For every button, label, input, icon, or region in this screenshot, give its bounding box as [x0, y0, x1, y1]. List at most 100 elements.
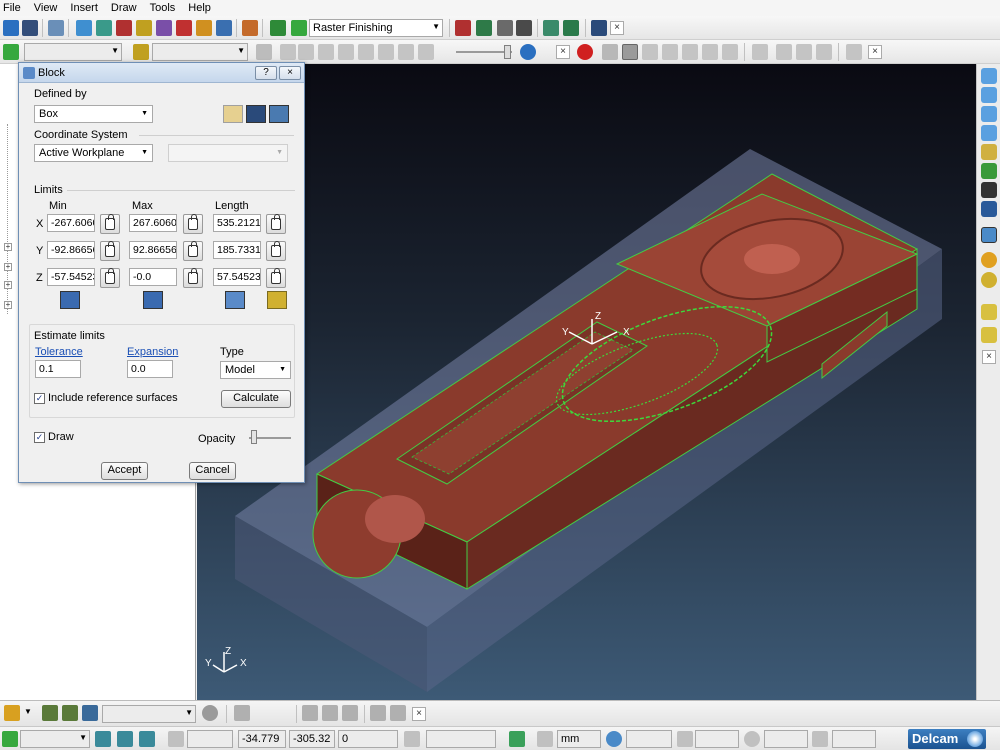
view-4-icon[interactable]: [702, 44, 718, 60]
go-to-end-icon[interactable]: [418, 44, 434, 60]
wireframe-icon[interactable]: [981, 272, 997, 288]
boundary-icon[interactable]: [216, 20, 232, 36]
edit-3-icon[interactable]: [342, 705, 358, 721]
z-max-input[interactable]: -0.0: [129, 268, 177, 286]
simulation-icon[interactable]: [563, 20, 579, 36]
view-3-icon[interactable]: [682, 44, 698, 60]
fast-forward-icon[interactable]: [378, 44, 394, 60]
view-5-icon[interactable]: [722, 44, 738, 60]
tree-expand-icon[interactable]: +: [4, 263, 12, 271]
machine-icon[interactable]: [543, 20, 559, 36]
delete-block-icon[interactable]: [269, 105, 289, 123]
tolerance-input[interactable]: 0.1: [35, 360, 81, 378]
expansion-input[interactable]: 0.0: [127, 360, 173, 378]
start-point-icon[interactable]: [176, 20, 192, 36]
cancel-button[interactable]: Cancel: [189, 462, 236, 480]
pause-icon[interactable]: [298, 44, 314, 60]
z-min-lock-icon[interactable]: [100, 268, 120, 288]
z-max-lock-icon[interactable]: [183, 268, 203, 288]
view-iso-icon[interactable]: [981, 68, 997, 84]
workplane-icon-2[interactable]: [117, 731, 133, 747]
no-image-icon[interactable]: [622, 44, 638, 60]
end-point-icon[interactable]: [196, 20, 212, 36]
expansion-link[interactable]: Expansion: [127, 346, 178, 358]
snap-icon[interactable]: [404, 731, 420, 747]
y-min-input[interactable]: -92.866562: [47, 241, 95, 259]
workplane-icon-1[interactable]: [95, 731, 111, 747]
menu-insert[interactable]: Insert: [70, 2, 98, 14]
collision-check-icon[interactable]: [476, 20, 492, 36]
model-icon-2[interactable]: [62, 705, 78, 721]
close-toolbar-icon[interactable]: ×: [556, 45, 570, 59]
calculate-button[interactable]: Calculate: [221, 390, 291, 408]
model-icon-3[interactable]: [82, 705, 98, 721]
y-length-lock-icon[interactable]: [266, 241, 286, 261]
coordinate-system-select[interactable]: Active Workplane ▼: [34, 144, 153, 162]
block-preview-icon[interactable]: [225, 291, 245, 309]
material-icon[interactable]: [981, 252, 997, 268]
speed-slider-thumb[interactable]: [504, 45, 511, 59]
rapid-move-icon[interactable]: [116, 20, 132, 36]
level-icon[interactable]: [4, 705, 20, 721]
view-front-icon[interactable]: [981, 87, 997, 103]
close-toolbar-icon[interactable]: ×: [982, 350, 996, 364]
zoom-box-icon[interactable]: [981, 201, 997, 217]
z-min-input[interactable]: -57.545233: [47, 268, 95, 286]
zoom-icon[interactable]: [981, 144, 997, 160]
delete-icon[interactable]: [390, 705, 406, 721]
step-forward-icon[interactable]: [398, 44, 414, 60]
ruler-icon[interactable]: [516, 20, 532, 36]
opacity-slider-thumb[interactable]: [251, 430, 257, 444]
select-icon[interactable]: [981, 304, 997, 320]
tree-expand-icon[interactable]: +: [4, 281, 12, 289]
workspace-icon[interactable]: [591, 20, 607, 36]
max-from-model-icon[interactable]: [143, 291, 163, 309]
machine-view-icon[interactable]: [796, 44, 812, 60]
leads-links-icon[interactable]: [156, 20, 172, 36]
x-length-lock-icon[interactable]: [266, 214, 286, 234]
tolerance-link[interactable]: Tolerance: [35, 346, 83, 358]
close-toolbar-icon[interactable]: ×: [868, 45, 882, 59]
z-length-input[interactable]: 57.545233: [213, 268, 261, 286]
ruler-view-icon[interactable]: [752, 44, 768, 60]
calculator-icon[interactable]: [497, 20, 513, 36]
model-icon-1[interactable]: [42, 705, 58, 721]
feeds-speeds-icon[interactable]: [136, 20, 152, 36]
brush-icon[interactable]: [234, 705, 250, 721]
save-simulation-icon[interactable]: [816, 44, 832, 60]
include-reference-checkbox[interactable]: ✓: [34, 393, 45, 404]
snap-field[interactable]: [426, 730, 496, 748]
menu-tools[interactable]: Tools: [150, 2, 176, 14]
workplane-icon-3[interactable]: [139, 731, 155, 747]
grid-field[interactable]: [187, 730, 233, 748]
dialog-titlebar[interactable]: Block ? ×: [19, 63, 304, 83]
status-toolpath-combo[interactable]: ▼: [20, 730, 90, 748]
menu-view[interactable]: View: [34, 2, 58, 14]
angle-icon[interactable]: [812, 731, 828, 747]
help-button[interactable]: ?: [255, 66, 277, 80]
verify-icon[interactable]: [455, 20, 471, 36]
crosshair-field[interactable]: [626, 730, 672, 748]
close-toolbar-icon[interactable]: ×: [610, 21, 624, 35]
rewind-icon[interactable]: [358, 44, 374, 60]
view-side-icon[interactable]: [981, 125, 997, 141]
clock-icon[interactable]: [520, 44, 536, 60]
view-1-icon[interactable]: [642, 44, 658, 60]
menu-help[interactable]: Help: [188, 2, 211, 14]
angle-field[interactable]: [832, 730, 876, 748]
refresh-icon[interactable]: [981, 163, 997, 179]
tool-combo[interactable]: ▼: [152, 43, 248, 61]
draw-checkbox[interactable]: ✓: [34, 432, 45, 443]
close-button[interactable]: ×: [279, 66, 301, 80]
block-icon[interactable]: [76, 20, 92, 36]
edit-1-icon[interactable]: [302, 705, 318, 721]
save-icon[interactable]: [22, 20, 38, 36]
menu-file[interactable]: File: [3, 2, 21, 14]
open-icon[interactable]: [3, 20, 19, 36]
strategy-combo[interactable]: Raster Finishing ▼: [309, 19, 443, 37]
accept-button[interactable]: Accept: [101, 462, 148, 480]
x-max-input[interactable]: 267.60606: [129, 214, 177, 232]
edit-2-icon[interactable]: [322, 705, 338, 721]
stock-view-icon[interactable]: [776, 44, 792, 60]
tree-expand-icon[interactable]: +: [4, 301, 12, 309]
